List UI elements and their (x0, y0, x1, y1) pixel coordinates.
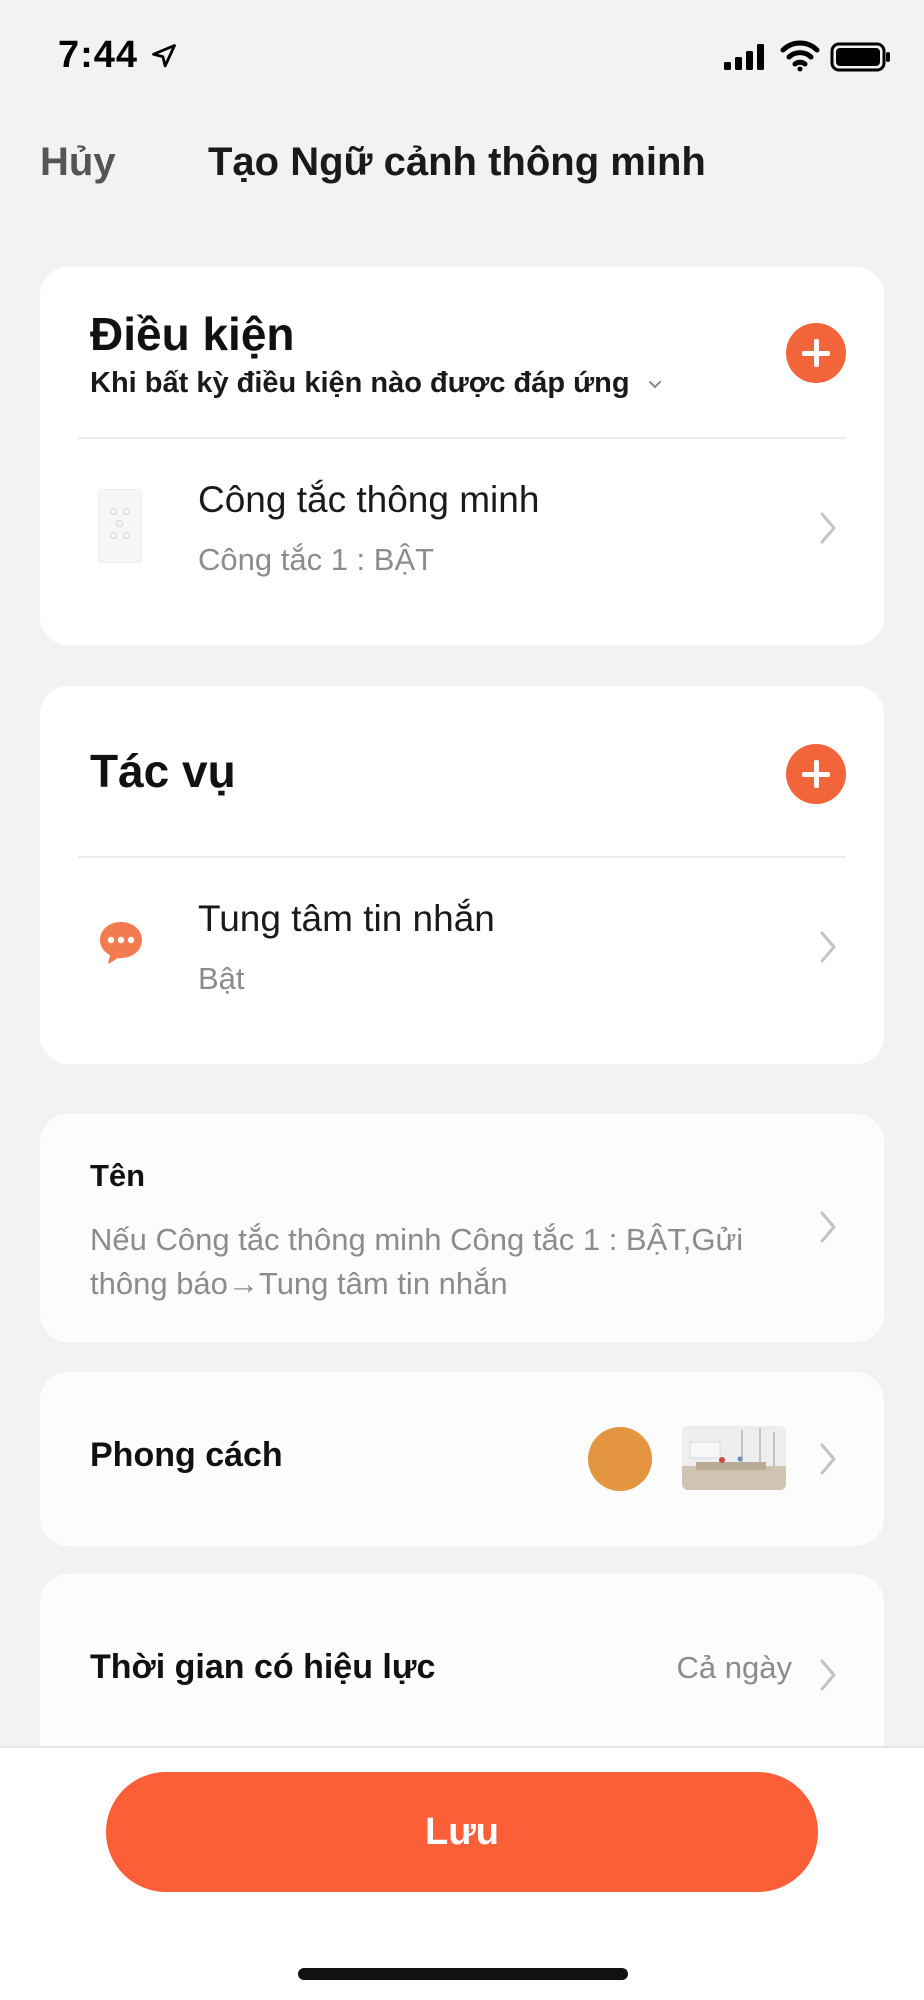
status-time: 7:44 (58, 34, 139, 76)
wall-switch-icon (98, 489, 142, 563)
battery-icon (830, 42, 890, 72)
chevron-right-icon (820, 1443, 836, 1475)
name-value: Nếu Công tắc thông minh Công tắc 1 : BẬT… (90, 1222, 744, 1301)
chevron-right-icon (820, 512, 836, 544)
validity-value: Cả ngày (676, 1650, 792, 1685)
cellular-signal-icon (724, 44, 764, 70)
cancel-button[interactable]: Hủy (40, 140, 116, 185)
message-bubble-icon (100, 922, 142, 964)
condition-mode-selector[interactable]: Khi bất kỳ điều kiện nào được đáp ứng (90, 367, 662, 400)
condition-mode-label: Khi bất kỳ điều kiện nào được đáp ứng (90, 367, 630, 399)
page-title: Tạo Ngữ cảnh thông minh (208, 140, 706, 184)
validity-label: Thời gian có hiệu lực (90, 1648, 436, 1686)
save-button[interactable]: Lưu (106, 1772, 818, 1892)
bottom-bar: Lưu (0, 1746, 924, 2000)
chevron-right-icon (820, 1211, 836, 1243)
status-bar: 7:44 (0, 0, 924, 110)
add-action-button[interactable] (786, 744, 846, 804)
actions-title: Tác vụ (90, 745, 236, 797)
add-condition-button[interactable] (786, 323, 846, 383)
actions-card: Tác vụ Tung tâm tin nhắn Bật (40, 686, 884, 1064)
condition-item-subtitle: Công tắc 1 : BẬT (198, 542, 435, 577)
chevron-right-icon (820, 931, 836, 963)
conditions-title: Điều kiện (90, 308, 295, 360)
style-label: Phong cách (90, 1436, 283, 1474)
home-indicator (298, 1968, 628, 1980)
name-label: Tên (90, 1158, 146, 1193)
action-item-title: Tung tâm tin nhắn (198, 898, 495, 939)
style-color-swatch (588, 1427, 652, 1491)
chevron-right-icon (820, 1659, 836, 1691)
chevron-down-icon (648, 381, 661, 389)
location-arrow-icon (152, 44, 176, 68)
conditions-card: Điều kiện Khi bất kỳ điều kiện nào được … (40, 267, 884, 645)
wifi-icon (780, 40, 820, 72)
action-item-subtitle: Bật (198, 961, 245, 996)
validity-row[interactable]: Thời gian có hiệu lực Cả ngày (40, 1574, 884, 1774)
divider (78, 437, 846, 439)
style-cover-image (682, 1426, 786, 1490)
condition-item-title: Công tắc thông minh (198, 479, 540, 520)
style-row[interactable]: Phong cách (40, 1372, 884, 1546)
divider (78, 856, 846, 858)
scene-name-row[interactable]: Tên Nếu Công tắc thông minh Công tắc 1 :… (40, 1114, 884, 1342)
